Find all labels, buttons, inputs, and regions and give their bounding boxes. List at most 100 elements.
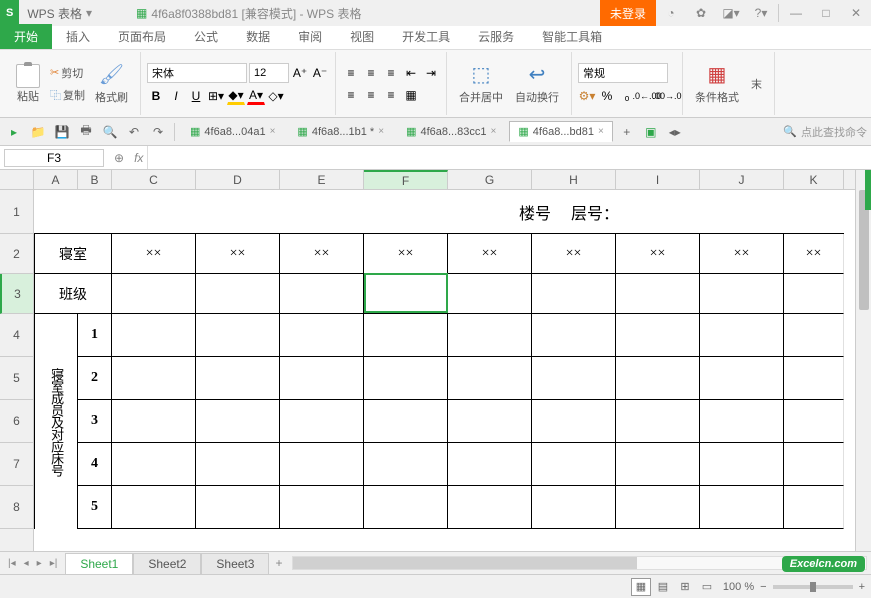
- cell[interactable]: [112, 400, 196, 443]
- redo-icon[interactable]: ↷: [148, 122, 168, 142]
- cell[interactable]: [784, 443, 844, 486]
- cell-bed-4[interactable]: 4: [78, 443, 112, 486]
- cut-button[interactable]: ✂剪切: [46, 63, 89, 83]
- percent-icon[interactable]: %: [598, 87, 616, 105]
- cell-bed-5[interactable]: 5: [78, 486, 112, 529]
- align-middle[interactable]: ≡: [362, 64, 380, 82]
- tab-page-layout[interactable]: 页面布局: [104, 24, 180, 49]
- cell[interactable]: ××: [112, 234, 196, 274]
- cell[interactable]: [784, 486, 844, 529]
- row-header-5[interactable]: 5: [0, 357, 33, 400]
- cell[interactable]: [616, 314, 700, 357]
- close-icon[interactable]: ×: [491, 126, 497, 137]
- cell[interactable]: [112, 314, 196, 357]
- font-size-select[interactable]: [249, 63, 289, 83]
- settings-icon[interactable]: ✿: [686, 0, 716, 26]
- cell[interactable]: [532, 443, 616, 486]
- row-header-6[interactable]: 6: [0, 400, 33, 443]
- cell[interactable]: [280, 400, 364, 443]
- normal-view-icon[interactable]: ▦: [631, 578, 651, 596]
- reading-view-icon[interactable]: ▭: [697, 578, 717, 596]
- cell[interactable]: [280, 274, 364, 314]
- indent-increase[interactable]: ⇥: [422, 64, 440, 82]
- skin-icon[interactable]: ◪▾: [716, 0, 746, 26]
- merge-center-button[interactable]: ⬚ 合并居中: [453, 60, 509, 107]
- cell-selected[interactable]: [364, 274, 448, 314]
- tab-smart-tools[interactable]: 智能工具箱: [528, 24, 616, 49]
- close-icon[interactable]: ×: [598, 126, 604, 137]
- cell[interactable]: [700, 357, 784, 400]
- cell[interactable]: [532, 486, 616, 529]
- cell[interactable]: [280, 486, 364, 529]
- number-format-select[interactable]: [578, 63, 668, 83]
- new-doc-icon[interactable]: ▸: [4, 122, 24, 142]
- maximize-button[interactable]: □: [811, 0, 841, 26]
- cell[interactable]: [700, 274, 784, 314]
- col-header-I[interactable]: I: [616, 170, 700, 189]
- cell[interactable]: [784, 274, 844, 314]
- cell-name-box[interactable]: [4, 149, 104, 167]
- cell[interactable]: [280, 443, 364, 486]
- align-center[interactable]: ≡: [362, 86, 380, 104]
- print-icon[interactable]: 🖶: [76, 122, 96, 142]
- tab-data[interactable]: 数据: [232, 24, 284, 49]
- col-header-K[interactable]: K: [784, 170, 844, 189]
- command-search[interactable]: 🔍 点此查找命令: [783, 124, 867, 140]
- col-header-E[interactable]: E: [280, 170, 364, 189]
- cell[interactable]: [196, 274, 280, 314]
- cell[interactable]: ××: [784, 234, 844, 274]
- last-sheet-icon[interactable]: ▸|: [46, 556, 62, 571]
- col-header-B[interactable]: B: [78, 170, 112, 189]
- template-button[interactable]: 末: [745, 74, 768, 94]
- cell[interactable]: [196, 400, 280, 443]
- fx-label[interactable]: fx: [130, 151, 147, 165]
- cell[interactable]: ××: [700, 234, 784, 274]
- cell[interactable]: [616, 274, 700, 314]
- tab-insert[interactable]: 插入: [52, 24, 104, 49]
- cell[interactable]: [784, 400, 844, 443]
- zoom-label[interactable]: 100 %: [723, 581, 754, 593]
- cell-bed-3[interactable]: 3: [78, 400, 112, 443]
- add-sheet-button[interactable]: +: [269, 556, 288, 570]
- border-button[interactable]: ⊞▾: [207, 87, 225, 105]
- row-header-8[interactable]: 8: [0, 486, 33, 529]
- align-bottom[interactable]: ≡: [382, 64, 400, 82]
- zoom-out-button[interactable]: −: [760, 581, 766, 593]
- open-icon[interactable]: 📁: [28, 122, 48, 142]
- preview-icon[interactable]: 🔍: [100, 122, 120, 142]
- horizontal-scrollbar[interactable]: [292, 556, 867, 570]
- row-header-3[interactable]: 3: [0, 274, 33, 314]
- sheet-tab-3[interactable]: Sheet3: [201, 553, 269, 574]
- clear-format-button[interactable]: ◇▾: [267, 87, 285, 105]
- cell[interactable]: [616, 400, 700, 443]
- cell[interactable]: ××: [616, 234, 700, 274]
- select-all-corner[interactable]: [0, 170, 33, 190]
- decrease-decimal-icon[interactable]: .00→.0: [658, 87, 676, 105]
- cell[interactable]: [532, 314, 616, 357]
- zoom-in-button[interactable]: +: [859, 581, 865, 593]
- row-header-7[interactable]: 7: [0, 443, 33, 486]
- close-icon[interactable]: ×: [378, 126, 384, 137]
- cell-bed-1[interactable]: 1: [78, 314, 112, 357]
- app-dropdown-icon[interactable]: ▾: [86, 6, 92, 20]
- cell[interactable]: [196, 443, 280, 486]
- font-name-select[interactable]: [147, 63, 247, 83]
- currency-icon[interactable]: ⚙▾: [578, 87, 596, 105]
- cell[interactable]: [448, 357, 532, 400]
- prev-sheet-icon[interactable]: ◂: [20, 556, 33, 571]
- font-color-button[interactable]: A▾: [247, 87, 265, 105]
- cell[interactable]: [364, 400, 448, 443]
- cell[interactable]: [616, 443, 700, 486]
- auto-wrap-button[interactable]: ↩ 自动换行: [509, 60, 565, 107]
- help-icon[interactable]: ?▾: [746, 0, 776, 26]
- col-header-D[interactable]: D: [196, 170, 280, 189]
- copy-button[interactable]: ⿻复制: [46, 85, 89, 105]
- cell[interactable]: [364, 486, 448, 529]
- cell[interactable]: [280, 314, 364, 357]
- cell[interactable]: [700, 400, 784, 443]
- vertical-label-cell[interactable]: 寝室成员及对应床号: [34, 314, 78, 529]
- cell[interactable]: [448, 400, 532, 443]
- cell[interactable]: [448, 314, 532, 357]
- increase-font-icon[interactable]: A⁺: [291, 64, 309, 82]
- tab-start[interactable]: 开始: [0, 24, 52, 49]
